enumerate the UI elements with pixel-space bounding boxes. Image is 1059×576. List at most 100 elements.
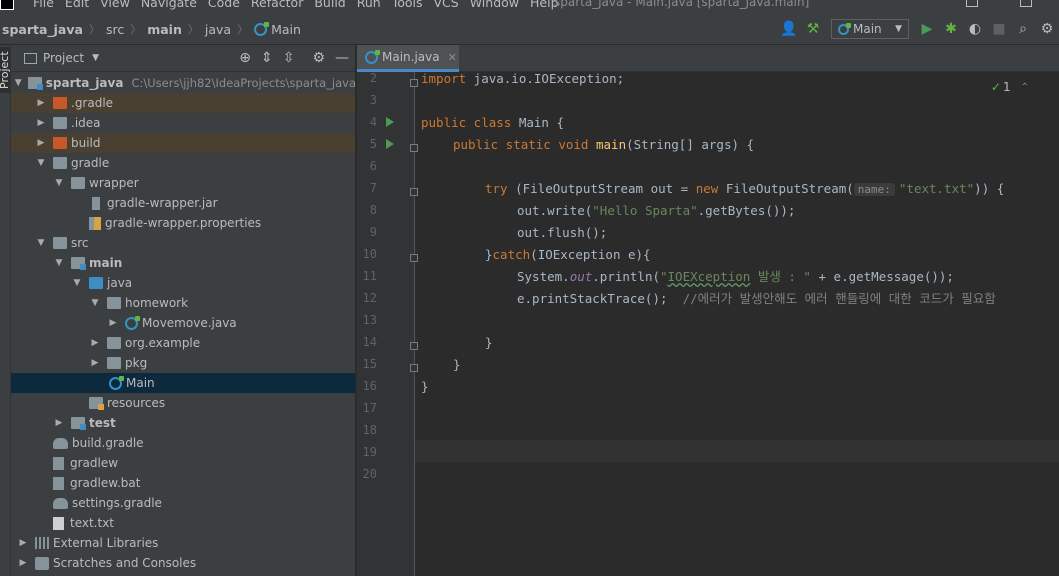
gradle-elephant-icon [53, 437, 68, 449]
tree-item-label: homework [125, 296, 189, 310]
fold-marker-icon[interactable] [410, 342, 418, 350]
user-account-icon[interactable]: 👤 [777, 19, 801, 39]
search-icon[interactable]: ⌕ [1011, 19, 1035, 39]
tree-item-main[interactable]: ▼ main [11, 253, 355, 273]
breadcrumb-java[interactable]: java [205, 22, 231, 37]
line-number: 11 [362, 269, 377, 283]
run-main-icon[interactable] [386, 139, 394, 149]
fold-marker-icon[interactable] [410, 254, 418, 262]
project-tool-window-tab[interactable]: Project [0, 47, 10, 93]
menu-vcs[interactable]: VCS [434, 0, 459, 10]
tree-item-label: Main [126, 376, 155, 390]
menu-window[interactable]: Window [470, 0, 519, 10]
menu-tools[interactable]: Tools [392, 0, 423, 10]
tree-item-scratches[interactable]: ▶ Scratches and Consoles [11, 553, 355, 573]
tree-item-gradle[interactable]: ▼ gradle [11, 153, 355, 173]
run-icon[interactable]: ▶ [915, 19, 939, 39]
left-tool-stripe: Project [0, 45, 11, 576]
chevron-right-icon: 〉 [130, 23, 142, 36]
code-line-10: }catch(IOException e){ [485, 247, 651, 262]
menu-build[interactable]: Build [314, 0, 345, 10]
locate-file-icon[interactable]: ⊕ [239, 50, 251, 66]
collapse-all-icon[interactable]: ⇳ [283, 50, 295, 66]
line-number: 3 [369, 93, 377, 107]
chevron-down-icon: ▼ [92, 53, 99, 63]
chevron-down-icon: ▼ [37, 238, 45, 248]
chevron-down-icon: ▼ [91, 298, 99, 308]
excluded-folder-icon [53, 137, 67, 149]
chevron-right-icon: ▶ [109, 318, 117, 328]
expand-all-icon[interactable]: ⇕ [261, 50, 273, 66]
inspection-widget[interactable]: ✓ 1 ⌃ [991, 80, 1029, 94]
fold-marker-icon[interactable] [410, 188, 418, 196]
code-line-4: public class Main { [421, 115, 564, 130]
close-icon[interactable]: ✕ [448, 51, 457, 64]
build-hammer-icon[interactable]: ⚒ [801, 19, 825, 39]
fold-marker-icon[interactable] [410, 364, 418, 372]
tree-item-build[interactable]: ▶ build [11, 133, 355, 153]
breadcrumb-main[interactable]: main [147, 22, 182, 37]
properties-file-icon [89, 216, 101, 230]
tree-item-gradlew[interactable]: gradlew [11, 453, 355, 473]
tree-item-gradlew-bat[interactable]: gradlew.bat [11, 473, 355, 493]
menu-run[interactable]: Run [357, 0, 381, 10]
breadcrumb-src[interactable]: src [106, 22, 124, 37]
maximize-icon[interactable] [1020, 0, 1032, 7]
folder-icon [71, 177, 85, 189]
tree-item-gradle-wrapper-jar[interactable]: gradle-wrapper.jar [11, 193, 355, 213]
project-path: C:\Users\jjh82\IdeaProjects\sparta_java [131, 76, 356, 90]
project-panel-title: Project [43, 51, 85, 65]
java-class-icon [254, 21, 270, 36]
tree-item-label: wrapper [89, 176, 139, 190]
tree-item-external-libraries[interactable]: ▶ External Libraries [11, 533, 355, 553]
menu-view[interactable]: View [100, 0, 130, 10]
fold-marker-icon[interactable] [410, 79, 418, 87]
tree-item-idea[interactable]: ▶ .idea [11, 113, 355, 133]
tree-item-src[interactable]: ▼ src [11, 233, 355, 253]
tree-item-java[interactable]: ▼ java [11, 273, 355, 293]
coverage-icon[interactable]: ◐ [963, 19, 987, 39]
tree-item-build-gradle[interactable]: build.gradle [11, 433, 355, 453]
debug-bug-icon[interactable]: ✱ [939, 19, 963, 39]
tree-item-text-txt[interactable]: text.txt [11, 513, 355, 533]
minimize-icon[interactable] [966, 0, 978, 7]
tree-item-main-class[interactable]: Main [11, 373, 355, 393]
menu-refactor[interactable]: Refactor [251, 0, 303, 10]
tree-item-label: gradle [71, 156, 110, 170]
tree-item-sparta-java[interactable]: ▼ sparta_java C:\Users\jjh82\IdeaProject… [11, 73, 356, 93]
hide-panel-icon[interactable]: — [335, 50, 349, 66]
tree-item-label: build.gradle [72, 436, 144, 450]
run-class-icon[interactable] [386, 117, 394, 127]
code-line-9: out.flush(); [517, 225, 608, 240]
project-view-select[interactable]: Project ▼ [24, 51, 99, 65]
chevron-up-icon[interactable]: ⌃ [1021, 82, 1029, 93]
run-configuration-select[interactable]: Main ▼ [831, 19, 909, 39]
tree-item-gradle-wrapper-properties[interactable]: gradle-wrapper.properties [11, 213, 355, 233]
tree-item-gradle-dir[interactable]: ▶ .gradle [11, 93, 355, 113]
menu-navigate[interactable]: Navigate [141, 0, 197, 10]
fold-marker-icon[interactable] [410, 144, 418, 152]
tree-item-settings-gradle[interactable]: settings.gradle [11, 493, 355, 513]
toolbar: 👤 ⚒ Main ▼ ▶ ✱ ◐ ■ ⌕ ⚙ [777, 18, 1059, 40]
tree-item-wrapper[interactable]: ▼ wrapper [11, 173, 355, 193]
tree-item-movemove-java[interactable]: ▶ Movemove.java [11, 313, 355, 333]
menu-file[interactable]: File [33, 0, 54, 10]
tree-item-pkg[interactable]: ▶ pkg [11, 353, 355, 373]
tree-item-label: .idea [71, 116, 101, 130]
tree-item-label: main [89, 256, 123, 270]
intellij-logo-icon [0, 0, 14, 10]
tree-item-resources[interactable]: resources [11, 393, 355, 413]
tree-item-org-example[interactable]: ▶ org.example [11, 333, 355, 353]
stop-icon[interactable]: ■ [987, 19, 1011, 39]
tree-item-label: settings.gradle [72, 496, 162, 510]
menu-edit[interactable]: Edit [65, 0, 89, 10]
chevron-down-icon: ▼ [55, 258, 63, 268]
code-area[interactable]: import java.io.IOException; public class… [421, 71, 1059, 576]
settings-gear-icon[interactable]: ⚙ [1035, 19, 1059, 39]
tree-item-test[interactable]: ▶ test [11, 413, 355, 433]
breadcrumb-project[interactable]: sparta_java [2, 22, 83, 37]
gear-icon[interactable]: ⚙ [312, 50, 325, 66]
menu-code[interactable]: Code [208, 0, 240, 10]
breadcrumb-main-class[interactable]: Main [271, 22, 301, 37]
tree-item-homework[interactable]: ▼ homework [11, 293, 355, 313]
